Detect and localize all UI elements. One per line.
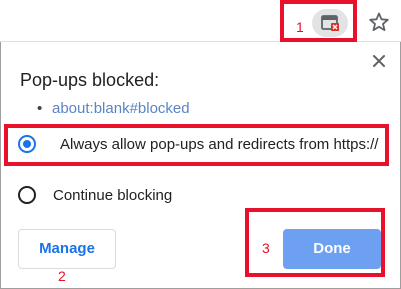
continue-blocking-option[interactable]: Continue blocking [18,184,172,206]
blocked-popup-link[interactable]: about:blank#blocked [52,100,190,117]
continue-blocking-radio[interactable] [18,186,36,204]
annotation-number-3: 3 [262,240,270,256]
bookmark-star-icon[interactable] [367,10,391,34]
continue-blocking-label: Continue blocking [53,186,173,204]
bubble-title: Pop-ups blocked: [20,70,160,90]
annotation-number-2: 2 [58,268,66,284]
close-icon[interactable] [370,52,388,70]
annotation-box-1 [280,0,357,42]
bullet-icon: • [37,100,43,117]
annotation-box-2 [4,124,389,166]
manage-button[interactable]: Manage [18,229,116,269]
annotation-number-1: 1 [296,19,304,35]
